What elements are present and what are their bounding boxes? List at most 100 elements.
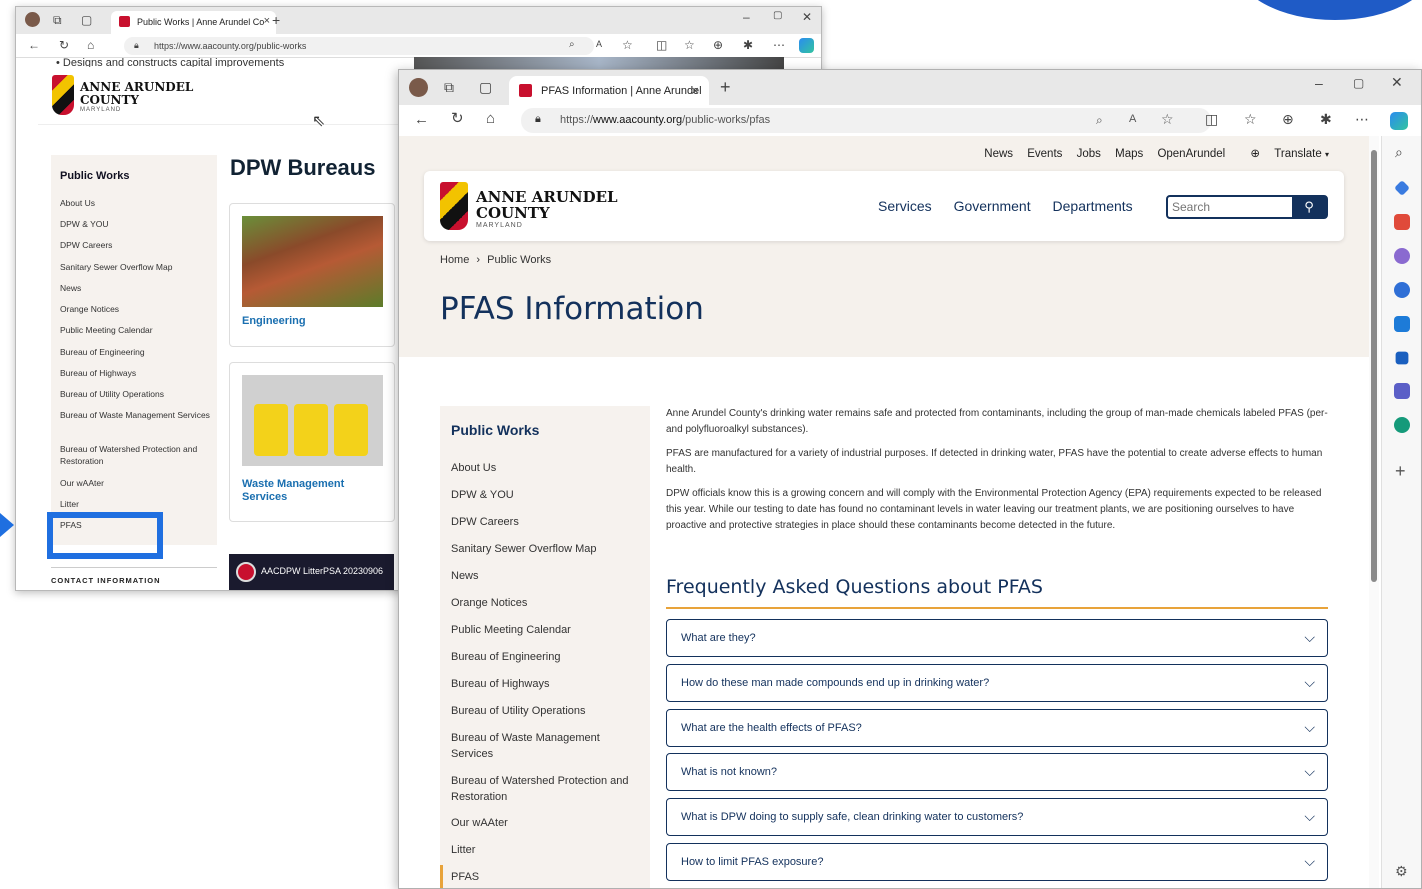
util-link-events[interactable]: Events — [1027, 148, 1062, 160]
sidebar-item[interactable]: News — [60, 282, 210, 294]
sidebar-item[interactable]: Bureau of Highways — [60, 367, 210, 379]
sidebar-item[interactable]: Bureau of Watershed Protection and Resto… — [451, 773, 646, 805]
sidebar-item[interactable]: About Us — [451, 460, 646, 476]
tab-actions-icon[interactable]: ▢ — [81, 14, 92, 26]
logo-county[interactable]: COUNTY — [476, 206, 550, 221]
sidebar-item[interactable]: Bureau of Waste Management Services — [451, 730, 621, 762]
county-seal-icon[interactable] — [440, 182, 468, 230]
minimize-icon[interactable]: – — [743, 10, 750, 24]
close-window-icon[interactable]: ✕ — [1391, 74, 1403, 91]
tab-public-works[interactable]: Public Works | Anne Arundel Co × — [111, 11, 276, 34]
search-input[interactable] — [1168, 197, 1294, 217]
more-icon[interactable]: ⋯ — [1355, 112, 1369, 126]
card-label[interactable]: Waste Management Services — [242, 478, 382, 504]
new-tab-icon[interactable]: + — [272, 13, 280, 27]
util-link-jobs[interactable]: Jobs — [1077, 148, 1101, 160]
sidebar-item[interactable]: Bureau of Waste Management Services — [60, 409, 210, 421]
sidebar-item[interactable]: Bureau of Engineering — [60, 346, 210, 358]
sidebar-item[interactable]: Our wAAter — [451, 815, 646, 831]
collections-icon[interactable]: ⊕ — [713, 39, 723, 51]
refresh-icon[interactable]: ↻ — [451, 111, 464, 126]
sidebar-item[interactable]: News — [451, 568, 646, 584]
faq-accordion-item[interactable]: How do these man made compounds end up i… — [666, 664, 1328, 702]
split-screen-icon[interactable]: ◫ — [1205, 112, 1218, 126]
new-tab-icon[interactable]: + — [720, 78, 731, 96]
sidebar-item[interactable]: Litter — [451, 842, 646, 858]
sidebar-item[interactable]: Sanitary Sewer Overflow Map — [60, 261, 210, 273]
search-icon[interactable]: ⌕ — [1395, 144, 1403, 161]
profile-avatar[interactable] — [409, 78, 428, 97]
video-thumbnail[interactable]: AACDPW LitterPSA 20230906 — [229, 554, 394, 590]
sidebar-item[interactable]: Bureau of Utility Operations — [451, 703, 646, 719]
sidebar-item[interactable]: Public Meeting Calendar — [451, 622, 646, 638]
favorites-icon[interactable]: ☆ — [1244, 112, 1257, 126]
outlook-icon[interactable] — [1394, 316, 1410, 332]
split-screen-icon[interactable]: ◫ — [656, 39, 667, 51]
extensions-icon[interactable]: ✱ — [1320, 112, 1332, 126]
extensions-icon[interactable]: ✱ — [743, 39, 753, 51]
sidebar-item[interactable]: Bureau of Engineering — [451, 649, 646, 665]
sidebar-item[interactable]: Public Meeting Calendar — [60, 324, 210, 336]
maximize-icon[interactable]: ▢ — [1353, 76, 1364, 90]
sidebar-item[interactable]: Orange Notices — [60, 303, 210, 315]
toolbox-icon[interactable] — [1394, 214, 1410, 230]
sidebar-item[interactable]: Bureau of Highways — [451, 676, 646, 692]
teams-icon[interactable] — [1394, 383, 1410, 399]
url-field[interactable]: 🔒︎ https://www.aacounty.org/public-works… — [521, 108, 1211, 133]
read-aloud-icon[interactable]: A — [596, 40, 602, 49]
nav-departments[interactable]: Departments — [1053, 198, 1133, 214]
page-scrollbar[interactable] — [1369, 136, 1379, 888]
search-button[interactable]: ⚲ — [1292, 197, 1326, 217]
info-icon[interactable] — [1394, 417, 1410, 433]
zoom-icon[interactable]: ⌕ — [1096, 113, 1103, 128]
faq-accordion-item[interactable]: What is not known? ⌵ — [666, 753, 1328, 791]
tab-actions-icon[interactable]: ▢ — [479, 80, 492, 94]
faq-accordion-item[interactable]: How to limit PFAS exposure? ⌵ — [666, 843, 1328, 881]
sidebar-item[interactable]: Bureau of Utility Operations — [60, 388, 210, 400]
add-icon[interactable]: + — [1395, 461, 1406, 482]
nav-services[interactable]: Services — [878, 198, 932, 214]
sidebar-item[interactable]: Our wAAter — [60, 477, 210, 489]
sidebar-item[interactable]: DPW Careers — [451, 514, 646, 530]
refresh-icon[interactable]: ↻ — [59, 39, 69, 51]
sidebar-item[interactable]: DPW & YOU — [451, 487, 646, 503]
sidebar-item[interactable]: Bureau of Watershed Protection and Resto… — [60, 443, 210, 467]
favorites-icon[interactable]: ☆ — [684, 39, 695, 51]
sidebar-item[interactable]: DPW Careers — [60, 239, 210, 251]
util-link-news[interactable]: News — [984, 148, 1013, 160]
foreground-browser-window[interactable]: ⧉ ▢ PFAS Information | Anne Arundel × + … — [398, 69, 1422, 889]
util-link-maps[interactable]: Maps — [1115, 148, 1143, 160]
close-window-icon[interactable]: ✕ — [802, 10, 812, 24]
logo-name[interactable]: ANNE ARUNDEL — [476, 190, 618, 205]
collections-icon[interactable]: ⊕ — [1282, 112, 1294, 126]
sidebar-item[interactable]: Orange Notices — [451, 595, 646, 611]
logo-county[interactable]: COUNTY — [80, 94, 139, 106]
faq-accordion-item[interactable]: What is DPW doing to supply safe, clean … — [666, 798, 1328, 836]
workspaces-icon[interactable]: ⧉ — [444, 80, 454, 94]
nav-government[interactable]: Government — [954, 198, 1031, 214]
sidebar-item[interactable]: About Us — [60, 197, 210, 209]
breadcrumb-public-works[interactable]: Public Works — [487, 254, 551, 266]
url-field[interactable]: 🔒︎ https://www.aacounty.org/public-works — [124, 37, 594, 55]
settings-gear-icon[interactable]: ⚙ — [1395, 863, 1408, 880]
sidebar-item[interactable]: Sanitary Sewer Overflow Map — [451, 541, 646, 557]
county-seal-icon[interactable] — [52, 75, 74, 115]
send-icon[interactable] — [1395, 351, 1409, 365]
logo-name[interactable]: ANNE ARUNDEL — [80, 81, 193, 93]
zoom-icon[interactable]: ⌕ — [569, 40, 575, 50]
sidebar-item[interactable]: Litter — [60, 498, 210, 510]
read-aloud-icon[interactable]: A — [1129, 113, 1136, 125]
close-tab-icon[interactable]: × — [691, 83, 699, 98]
tab-pfas-information[interactable]: PFAS Information | Anne Arundel × — [509, 76, 709, 105]
card-label[interactable]: Engineering — [242, 315, 306, 328]
util-link-openarundel[interactable]: OpenArundel — [1157, 148, 1225, 160]
more-icon[interactable]: ⋯ — [773, 39, 785, 51]
back-arrow-icon[interactable]: ← — [28, 39, 40, 51]
sidebar-item-pfas[interactable]: PFAS — [451, 869, 646, 885]
home-icon[interactable]: ⌂ — [87, 39, 94, 51]
favorite-star-icon[interactable]: ☆ — [1161, 111, 1174, 128]
people-icon[interactable] — [1394, 248, 1410, 264]
back-arrow-icon[interactable]: ← — [414, 112, 429, 127]
translate-menu[interactable]: ⊕ Translate ▾ — [1239, 148, 1329, 160]
copilot-icon[interactable] — [799, 38, 814, 53]
